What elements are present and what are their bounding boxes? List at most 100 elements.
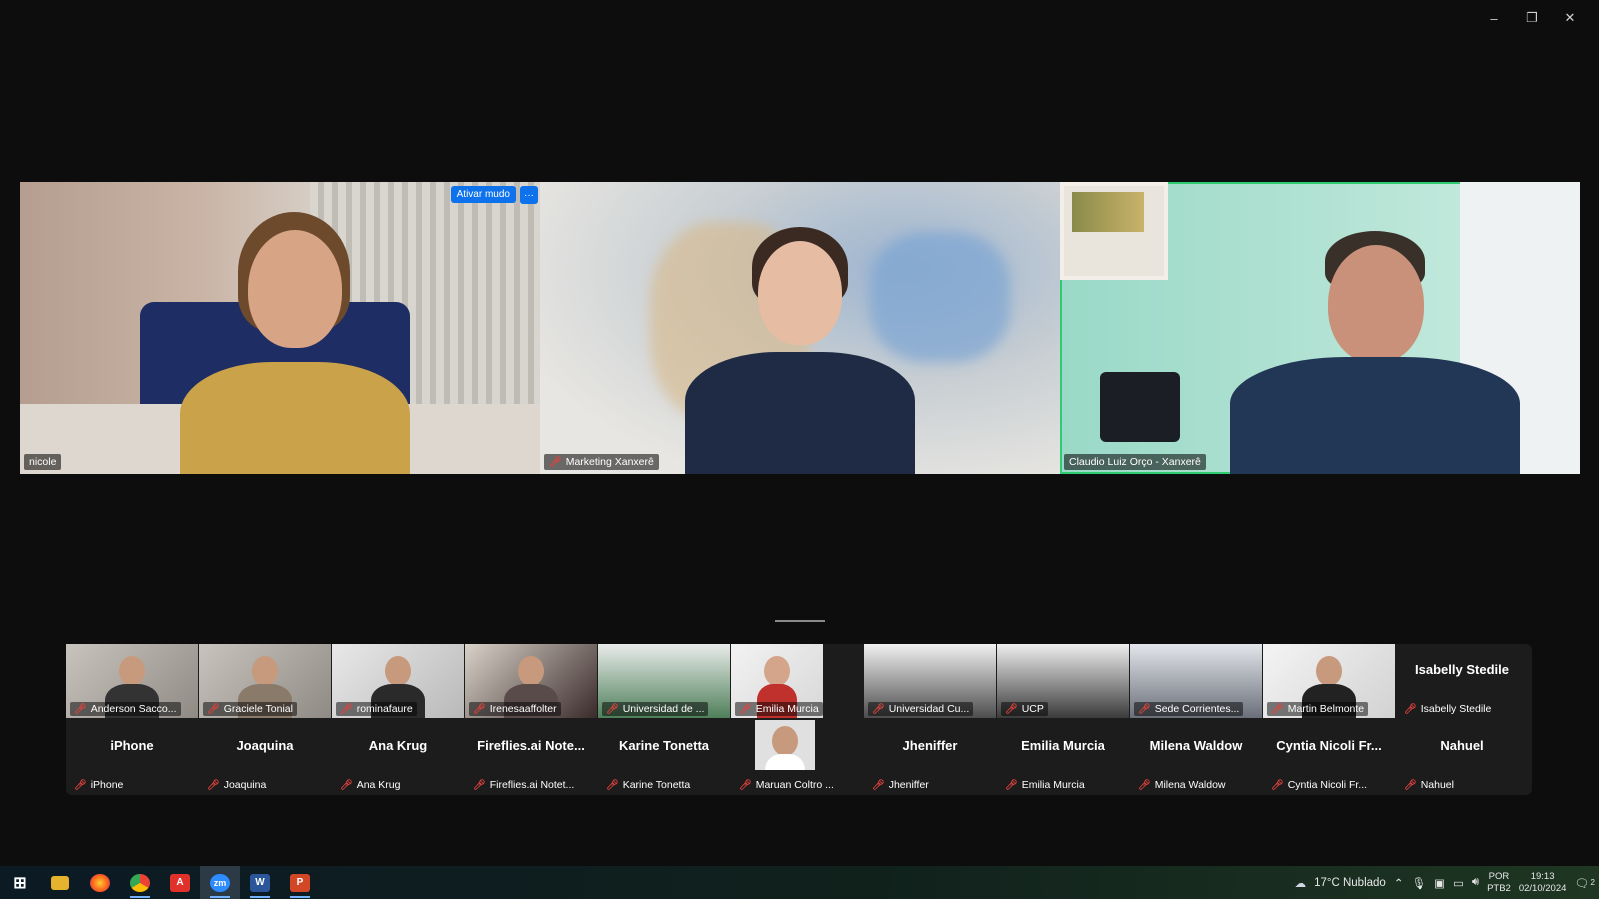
participant-display-name: Isabelly Stedile <box>1415 662 1509 677</box>
participant-name-label: Jheniffer <box>888 779 929 791</box>
mic-muted-icon: 🎤︎ <box>1271 703 1284 715</box>
gallery-tile[interactable]: Cyntia Nicoli Fr... 🎤︎ Cyntia Nicoli Fr... <box>1263 720 1395 794</box>
gallery-tile[interactable]: Emilia Murcia 🎤︎ Emilia Murcia <box>997 720 1129 794</box>
gallery-tile[interactable]: 🎤︎ Graciele Tonial <box>199 644 331 718</box>
participant-name-label: Ana Krug <box>356 779 401 791</box>
gallery-tile[interactable]: Jheniffer 🎤︎ Jheniffer <box>864 720 996 794</box>
chrome-icon[interactable] <box>120 866 160 899</box>
participant-display-name: Fireflies.ai Note... <box>477 738 585 753</box>
gallery-tile[interactable]: 🎤︎ Martin Belmonte <box>1263 644 1395 718</box>
mic-muted-icon: 🎤︎ <box>74 703 87 715</box>
gallery-tile[interactable]: Isabelly Stedile 🎤︎ Isabelly Stedile <box>1396 644 1528 718</box>
mic-muted-icon: 🎤︎ <box>606 779 619 791</box>
participant-name: 🎤︎ Marketing Xanxerê <box>544 454 659 470</box>
chevron-up-icon[interactable]: ⌃ <box>1394 876 1404 890</box>
mic-muted-icon: 🎤︎ <box>473 779 486 791</box>
participant-display-name: Ana Krug <box>368 738 428 753</box>
more-options-icon[interactable]: ··· <box>520 186 538 204</box>
participant-display-name: Milena Waldow <box>1149 738 1243 753</box>
file-explorer-icon[interactable] <box>40 866 80 899</box>
gallery-tile[interactable]: Karine Tonetta 🎤︎ Karine Tonetta <box>598 720 730 794</box>
clock[interactable]: 19:13 02/10/2024 <box>1519 871 1567 895</box>
mic-muted-icon: 🎤︎ <box>1404 703 1417 715</box>
gallery-tile[interactable]: 🎤︎ rominafaure <box>332 644 464 718</box>
mic-muted-icon: 🎤︎ <box>872 703 885 715</box>
volume-icon[interactable]: 🔊︎ <box>1472 876 1479 889</box>
speaker-stage: Ativar mudo ··· nicole 🎤︎ Marketing Xanx… <box>20 182 1580 474</box>
gallery-tile[interactable]: 🎤︎ Maruan Coltro ... <box>731 720 863 794</box>
participant-name-label: Claudio Luiz Orço - Xanxerê <box>1069 456 1201 468</box>
gallery-tile[interactable]: 🎤︎ Universidad Cu... <box>864 644 996 718</box>
gallery-tile[interactable]: iPhone 🎤︎ iPhone <box>66 720 198 794</box>
video-tile-claudio[interactable]: Claudio Luiz Orço - Xanxerê <box>1060 182 1580 474</box>
participant-name-label: Martin Belmonte <box>1287 703 1365 715</box>
keyboard-layout: PTB2 <box>1487 882 1511 894</box>
word-icon[interactable]: W <box>240 866 280 899</box>
clock-date: 02/10/2024 <box>1518 882 1567 894</box>
participant-name-label: Isabelly Stedile <box>1420 703 1492 715</box>
zoom-icon[interactable]: zm <box>200 866 240 899</box>
mic-muted-icon: 🎤︎ <box>207 703 220 715</box>
participant-name-label: rominafaure <box>356 703 413 715</box>
participant-display-name: Cyntia Nicoli Fr... <box>1276 738 1382 753</box>
monitor-icon[interactable]: ▭ <box>1453 876 1464 890</box>
acrobat-icon[interactable]: A <box>160 866 200 899</box>
mic-muted-icon: 🎤︎ <box>606 703 619 715</box>
video-tile-marketing[interactable]: 🎤︎ Marketing Xanxerê <box>540 182 1060 474</box>
firefox-icon[interactable] <box>80 866 120 899</box>
powerpoint-icon[interactable]: P <box>280 866 320 899</box>
participant-name: Claudio Luiz Orço - Xanxerê <box>1064 454 1206 470</box>
participant-name-label: Anderson Sacco... <box>90 703 177 715</box>
mic-muted-icon: 🎤︎ <box>473 703 486 715</box>
weather-label[interactable]: 17°C Nublado <box>1314 877 1386 889</box>
participant-name-label: Milena Waldow <box>1154 779 1226 791</box>
unmute-button[interactable]: Ativar mudo <box>450 186 516 203</box>
participant-name-label: Graciele Tonial <box>223 703 293 715</box>
mic-muted-icon: 🎤︎ <box>1005 703 1018 715</box>
taskbar: ⊞ A zm W P ☁ 17°C Nublado ⌃ 🎙︎ ▣ ▭ 🔊︎ PO… <box>0 866 1599 899</box>
participant-video <box>670 227 930 474</box>
gallery-tile[interactable]: Fireflies.ai Note... 🎤︎ Fireflies.ai Notet… <box>465 720 597 794</box>
gallery-tile[interactable]: Milena Waldow 🎤︎ Milena Waldow <box>1130 720 1262 794</box>
participant-display-name: Karine Tonetta <box>618 738 710 753</box>
language-indicator[interactable]: POR PTB2 <box>1487 871 1511 895</box>
mic-muted-icon: 🎤︎ <box>1404 779 1417 791</box>
windows-start-icon[interactable]: ⊞ <box>0 866 40 899</box>
gallery-tile[interactable]: 🎤︎ Emilia Murcia <box>731 644 823 718</box>
participant-display-name: Joaquina <box>236 738 294 753</box>
gallery-tile[interactable]: Nahuel 🎤︎ Nahuel <box>1396 720 1528 794</box>
resize-handle[interactable] <box>775 620 825 622</box>
participant-name-label: Irenesaaffolter <box>489 703 557 715</box>
mic-muted-icon: 🎤︎ <box>739 703 752 715</box>
participant-name-label: Karine Tonetta <box>622 779 691 791</box>
participant-name-label: Cyntia Nicoli Fr... <box>1287 779 1368 791</box>
mic-muted-icon: 🎤︎ <box>340 703 353 715</box>
gallery-tile[interactable]: 🎤︎ Sede Corrientes... <box>1130 644 1262 718</box>
microphone-icon[interactable]: 🎙︎ <box>1411 876 1426 890</box>
notification-count: 2 <box>1590 877 1595 887</box>
participant-video <box>755 720 815 770</box>
weather-icon: ☁ <box>1294 877 1307 890</box>
clock-time: 19:13 <box>1530 870 1555 882</box>
mic-muted-icon: 🎤︎ <box>1138 779 1151 791</box>
gallery-tile[interactable]: 🎤︎ Irenesaaffolter <box>465 644 597 718</box>
participant-name-label: UCP <box>1021 703 1044 715</box>
participant-name-label: Emilia Murcia <box>1021 779 1085 791</box>
minimize-button[interactable]: – <box>1475 8 1513 28</box>
system-tray: ☁ 17°C Nublado ⌃ 🎙︎ ▣ ▭ 🔊︎ POR PTB2 19:1… <box>1295 866 1599 899</box>
gallery-tile[interactable]: Joaquina 🎤︎ Joaquina <box>199 720 331 794</box>
gallery-tile[interactable]: 🎤︎ Universidad de ... <box>598 644 730 718</box>
mic-muted-icon: 🎤︎ <box>207 779 220 791</box>
background-phone <box>1100 372 1180 442</box>
close-button[interactable]: ✕ <box>1551 8 1589 28</box>
gallery-tile[interactable]: Ana Krug 🎤︎ Ana Krug <box>332 720 464 794</box>
gallery-tile[interactable]: 🎤︎ Anderson Sacco... <box>66 644 198 718</box>
notifications-icon[interactable]: 🗨︎ 2 <box>1574 876 1595 890</box>
language-code: POR <box>1488 870 1510 882</box>
network-icon[interactable]: ▣ <box>1434 876 1445 890</box>
participant-name-label: Sede Corrientes... <box>1154 703 1240 715</box>
participant-name-label: Nahuel <box>1420 779 1454 791</box>
gallery-tile[interactable]: 🎤︎ UCP <box>997 644 1129 718</box>
restore-button[interactable]: ❐ <box>1513 8 1551 28</box>
video-tile-nicole[interactable]: Ativar mudo ··· nicole <box>20 182 540 474</box>
